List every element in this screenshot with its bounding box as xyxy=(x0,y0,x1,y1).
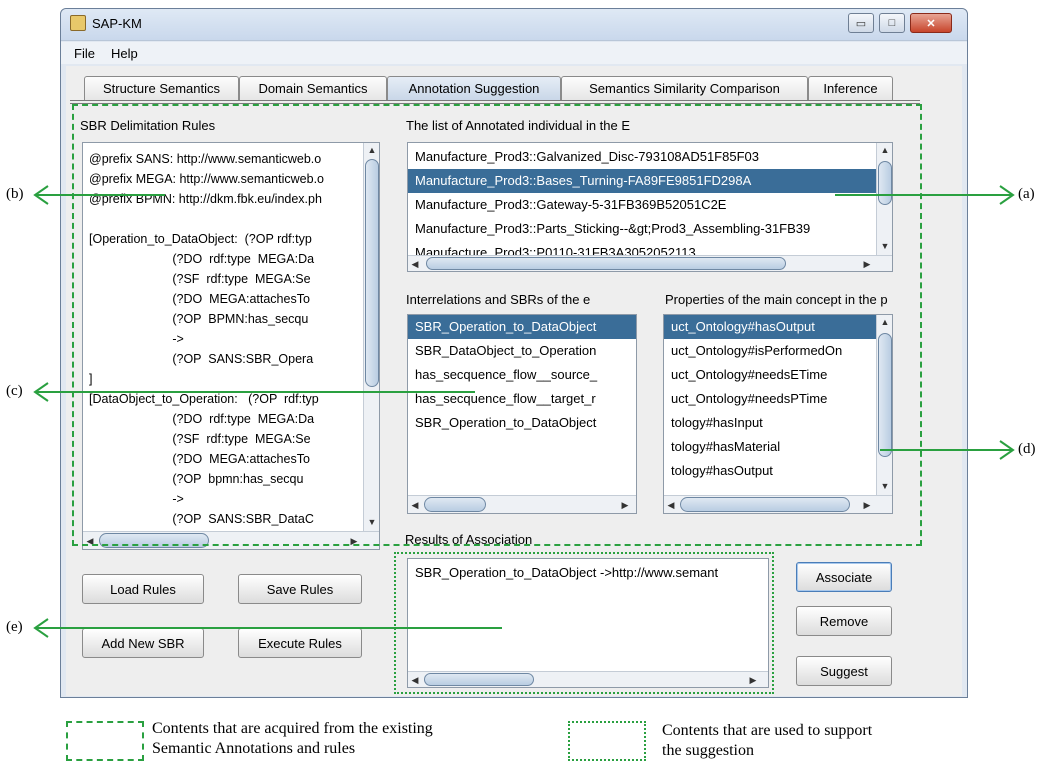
annotation-d-label: (d) xyxy=(1018,441,1036,457)
annotation-a-label: (a) xyxy=(1018,186,1035,202)
annotation-c-label: (c) xyxy=(6,383,23,399)
annotation-arrows xyxy=(33,185,1015,638)
legend-dashed-text: Contents that are acquired from the exis… xyxy=(152,719,433,759)
legend-dashed-line2: Semantic Annotations and rules xyxy=(152,740,356,757)
legend-dotted-line1: Contents that are used to support xyxy=(662,722,873,739)
legend-dotted-line2: the suggestion xyxy=(662,742,754,759)
legend-dashed-line1: Contents that are acquired from the exis… xyxy=(152,720,433,737)
legend-dotted-swatch xyxy=(568,721,646,761)
annotation-b-label: (b) xyxy=(6,186,24,202)
annotation-e-label: (e) xyxy=(6,619,23,635)
legend-dotted-text: Contents that are used to support the su… xyxy=(662,721,872,761)
legend-dashed-swatch xyxy=(66,721,144,761)
